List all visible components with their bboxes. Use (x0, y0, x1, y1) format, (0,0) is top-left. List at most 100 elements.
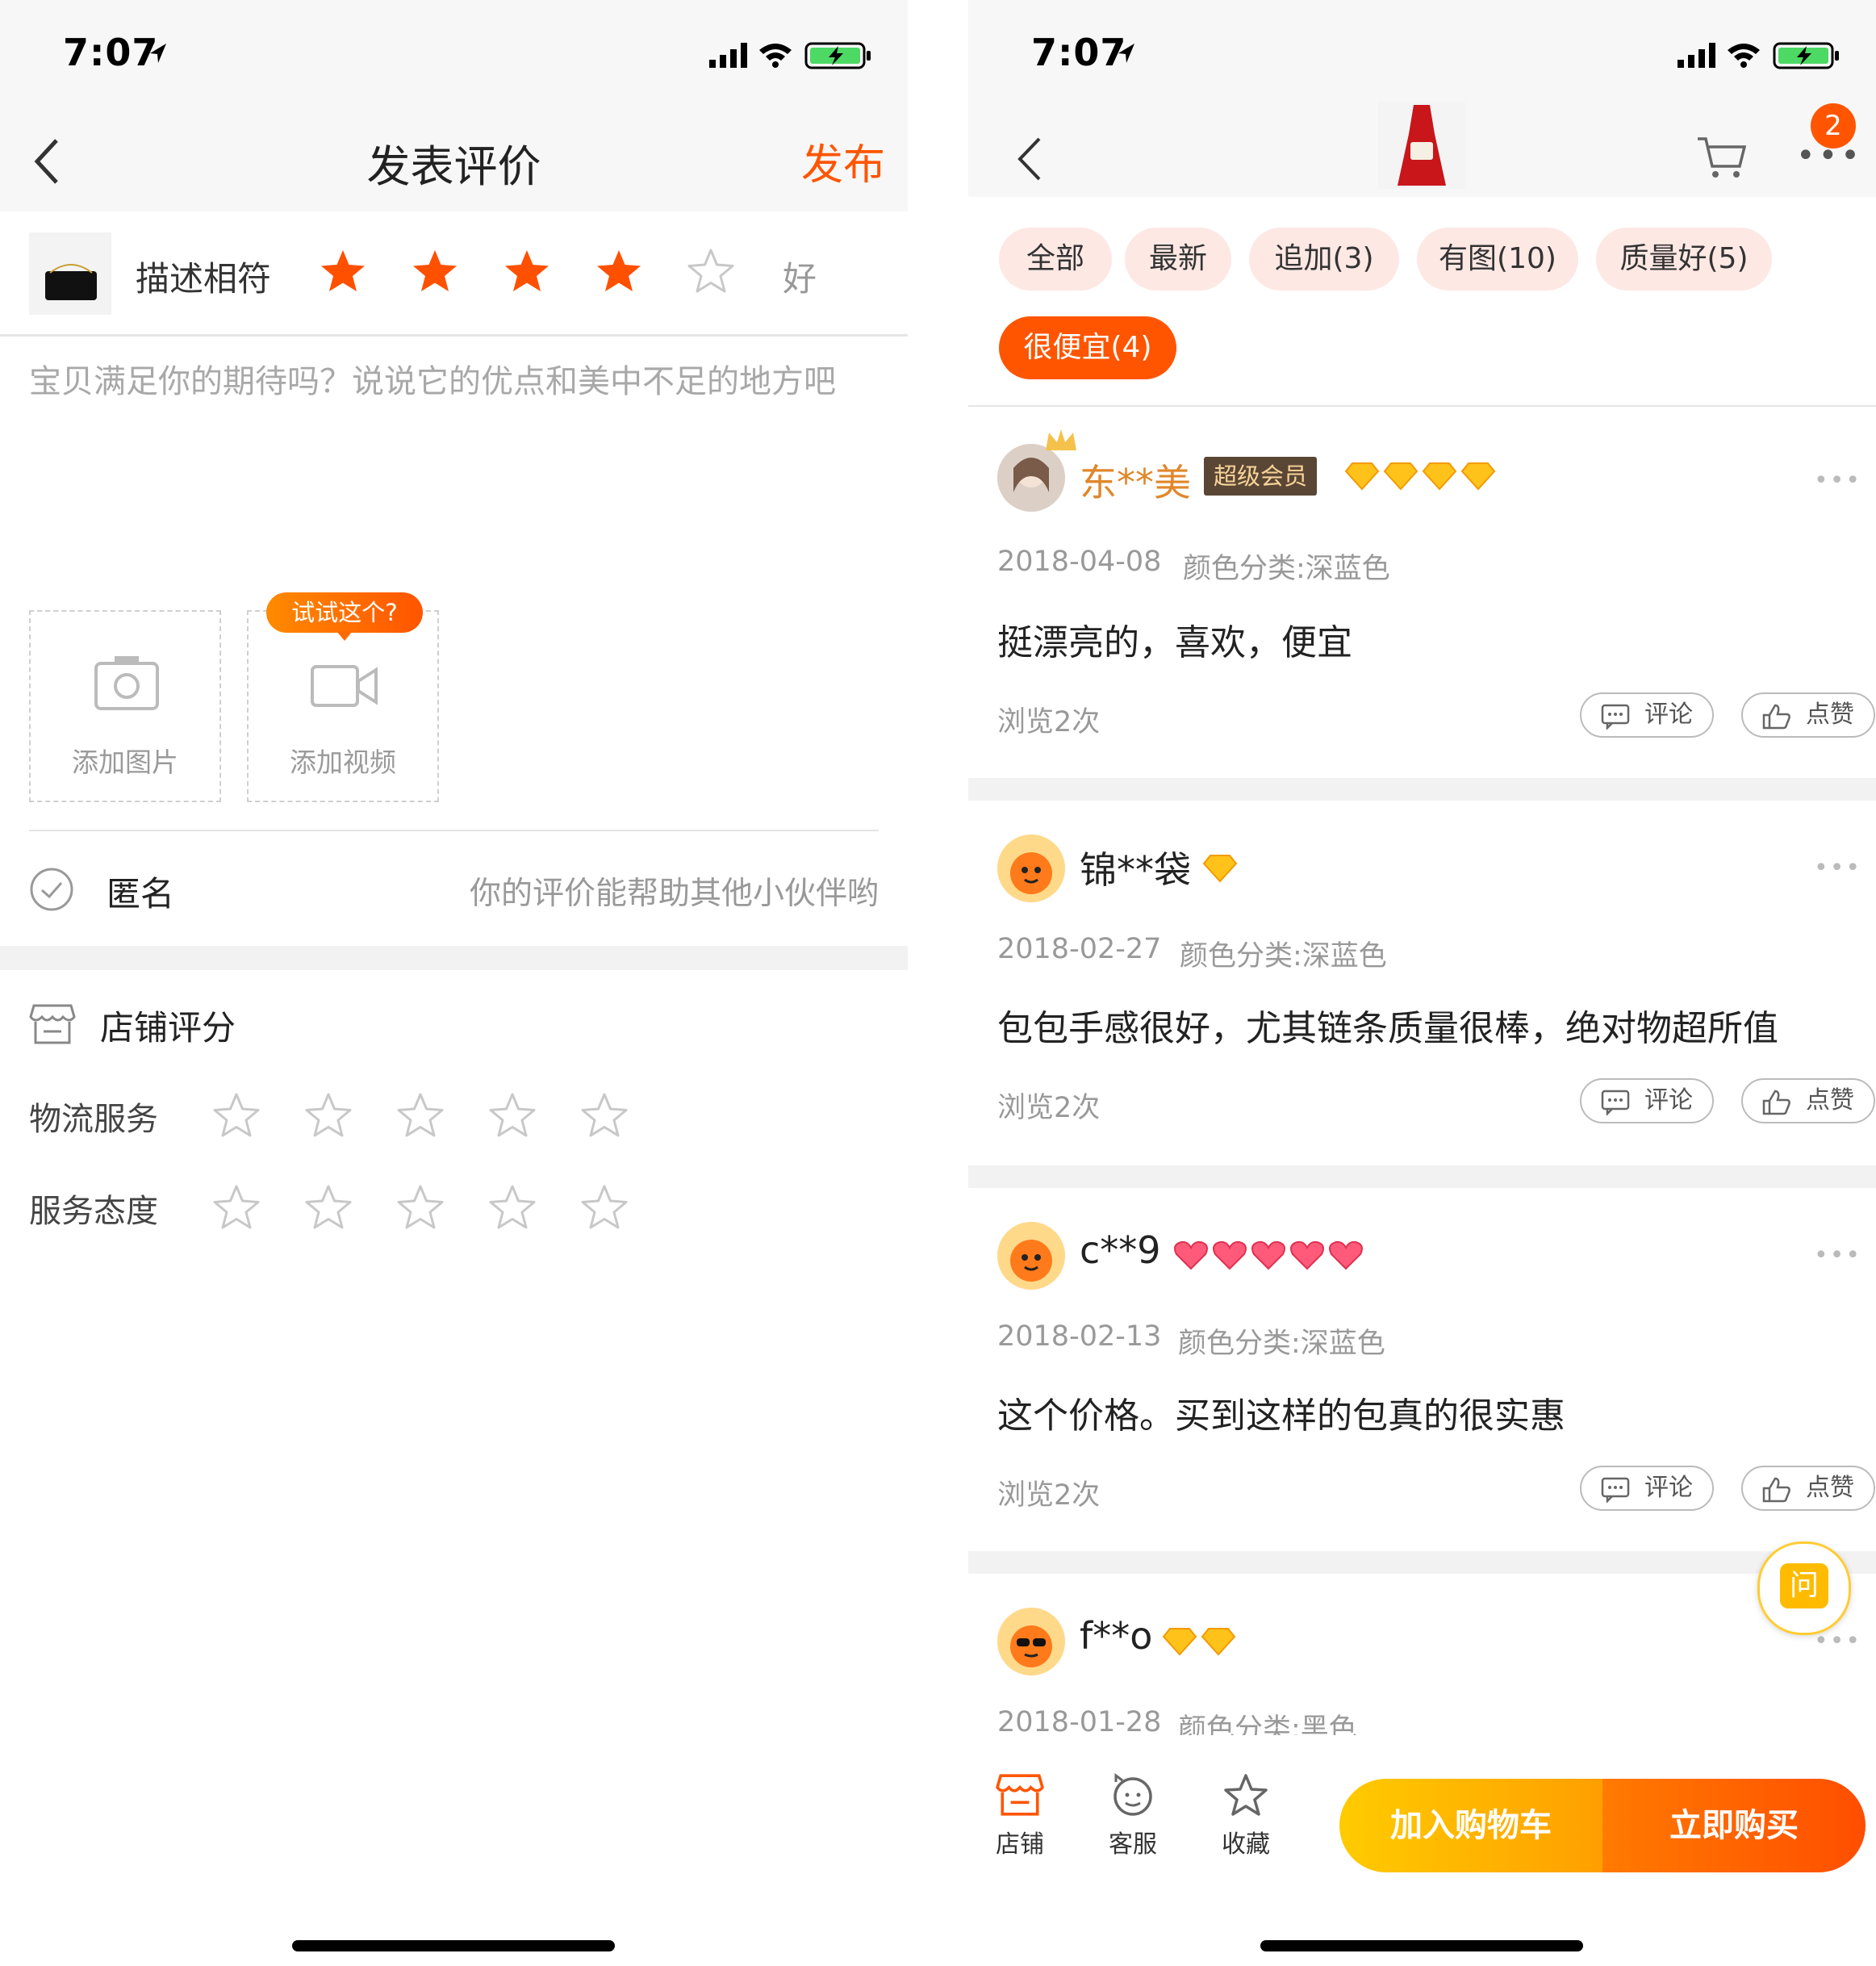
star-icon[interactable] (395, 1183, 445, 1233)
screen-gap (908, 0, 968, 1966)
tab-customer-service-label: 客服 (1109, 1830, 1157, 1859)
star-icon[interactable] (502, 247, 552, 297)
review-date: 2018-02-13 (997, 1320, 1162, 1353)
review-text: 这个价格。买到这样的包真的很实惠 (997, 1395, 1565, 1437)
avatar[interactable] (997, 1222, 1065, 1290)
tooltip-arrow-icon (336, 631, 353, 641)
divider (0, 334, 908, 337)
thumbs-up-icon (1762, 704, 1790, 730)
status-time: 7:07 (1031, 31, 1127, 74)
filter-chip-cheap[interactable]: 很便宜(4) (999, 316, 1176, 379)
cart-icon[interactable] (1696, 136, 1746, 181)
level-gems (1202, 852, 1241, 886)
like-label: 点赞 (1806, 701, 1854, 729)
avatar[interactable] (997, 1608, 1065, 1675)
star-icon[interactable] (211, 1091, 261, 1141)
star-icon[interactable] (303, 1183, 353, 1233)
diamond-level-icon (1422, 462, 1457, 491)
comment-label: 评论 (1644, 1086, 1693, 1115)
tab-shop[interactable]: 店铺 (971, 1772, 1068, 1859)
star-icon[interactable] (487, 1091, 537, 1141)
handbag-image (45, 264, 97, 300)
review-spec: 颜色分类:深蓝色 (1178, 1328, 1385, 1360)
mascot-avatar-image (997, 1222, 1065, 1290)
star-icon[interactable] (318, 247, 368, 297)
star-icon[interactable] (579, 1183, 629, 1233)
star-icon[interactable] (686, 247, 736, 297)
star-icon[interactable] (594, 247, 644, 297)
section-separator (0, 946, 908, 970)
shop-icon (29, 1004, 76, 1044)
add-photo-button[interactable]: 添加图片 (29, 610, 221, 802)
home-indicator (1260, 1940, 1583, 1951)
review-views: 浏览2次 (997, 1092, 1101, 1124)
diamond-level-icon (1162, 1628, 1197, 1656)
review-separator (968, 1551, 1876, 1574)
diamond-level-icon (1202, 855, 1238, 883)
add-to-cart-button[interactable]: 加入购物车 (1339, 1779, 1602, 1872)
comment-button[interactable]: 评论 (1580, 692, 1714, 738)
signal-wifi-battery-icon (1678, 42, 1839, 69)
filter-chip-good-quality[interactable]: 质量好(5) (1596, 228, 1772, 291)
like-label: 点赞 (1806, 1086, 1854, 1115)
comment-button[interactable]: 评论 (1580, 1466, 1714, 1511)
like-button[interactable]: 点赞 (1741, 692, 1875, 738)
diamond-level-icon (1201, 1628, 1236, 1656)
reviewer-name: 锦**袋 (1080, 848, 1191, 892)
shop-rating-title: 店铺评分 (100, 1008, 236, 1048)
filter-chip-with-photos[interactable]: 有图(10) (1417, 228, 1578, 291)
comment-button[interactable]: 评论 (1580, 1078, 1714, 1123)
star-icon[interactable] (395, 1091, 445, 1141)
star-icon[interactable] (211, 1183, 261, 1233)
avatar[interactable] (997, 835, 1065, 902)
anonymous-check-icon[interactable] (29, 867, 74, 912)
star-icon[interactable] (303, 1091, 353, 1141)
comment-icon (1601, 704, 1630, 730)
video-tooltip: 试试这个? (266, 592, 423, 633)
filter-chip-latest[interactable]: 最新 (1125, 228, 1231, 291)
add-video-label: 添加视频 (290, 747, 396, 778)
level-hearts (1173, 1240, 1367, 1274)
heart-level-icon (1174, 1240, 1208, 1270)
crown-icon (1046, 429, 1076, 450)
comment-icon (1601, 1477, 1630, 1503)
filter-chip-appended[interactable]: 追加(3) (1249, 228, 1399, 291)
like-label: 点赞 (1806, 1474, 1854, 1502)
status-time: 7:07 (63, 31, 159, 74)
thumbs-up-icon (1762, 1477, 1790, 1503)
divider (29, 830, 879, 831)
more-options-icon[interactable]: ••• (1814, 1241, 1861, 1270)
anonymous-label: 匿名 (107, 874, 175, 914)
more-options-icon[interactable]: ••• (1814, 854, 1861, 882)
star-icon[interactable] (410, 247, 460, 297)
level-gems (1162, 1625, 1239, 1659)
publish-button[interactable]: 发布 (801, 131, 885, 191)
review-views: 浏览2次 (997, 706, 1101, 738)
filter-chip-all[interactable]: 全部 (999, 228, 1112, 291)
tab-shop-label: 店铺 (996, 1830, 1044, 1859)
product-thumbnail[interactable] (1378, 102, 1465, 189)
comment-icon (1601, 1090, 1630, 1115)
ask-question-button[interactable]: 问 (1757, 1541, 1851, 1635)
star-icon[interactable] (487, 1183, 537, 1233)
review-textarea[interactable]: 宝贝满足你的期待吗？说说它的优点和美中不足的地方吧 (29, 355, 836, 408)
like-button[interactable]: 点赞 (1741, 1078, 1875, 1123)
review-text: 挺漂亮的，喜欢，便宜 (997, 622, 1352, 663)
rating-word: 好 (783, 259, 817, 299)
comment-label: 评论 (1644, 1474, 1693, 1502)
review-spec: 颜色分类:深蓝色 (1180, 940, 1387, 973)
anonymous-hint: 你的评价能帮助其他小伙伴哟 (469, 876, 879, 912)
back-icon[interactable] (1015, 136, 1042, 182)
heart-level-icon (1329, 1240, 1363, 1270)
review-date: 2018-04-08 (997, 546, 1162, 578)
review-text: 包包手感很好，尤其链条质量很棒，绝对物超所值 (997, 1008, 1778, 1049)
star-icon[interactable] (579, 1091, 629, 1141)
tab-favorite[interactable]: 收藏 (1197, 1772, 1294, 1859)
tab-customer-service[interactable]: 客服 (1084, 1772, 1181, 1859)
buy-now-button[interactable]: 立即购买 (1602, 1779, 1866, 1872)
like-button[interactable]: 点赞 (1741, 1466, 1875, 1511)
favorite-star-icon (1224, 1774, 1268, 1816)
more-options-icon[interactable]: ••• (1814, 466, 1861, 495)
add-photo-label: 添加图片 (72, 747, 178, 778)
ask-icon: 问 (1780, 1563, 1828, 1608)
